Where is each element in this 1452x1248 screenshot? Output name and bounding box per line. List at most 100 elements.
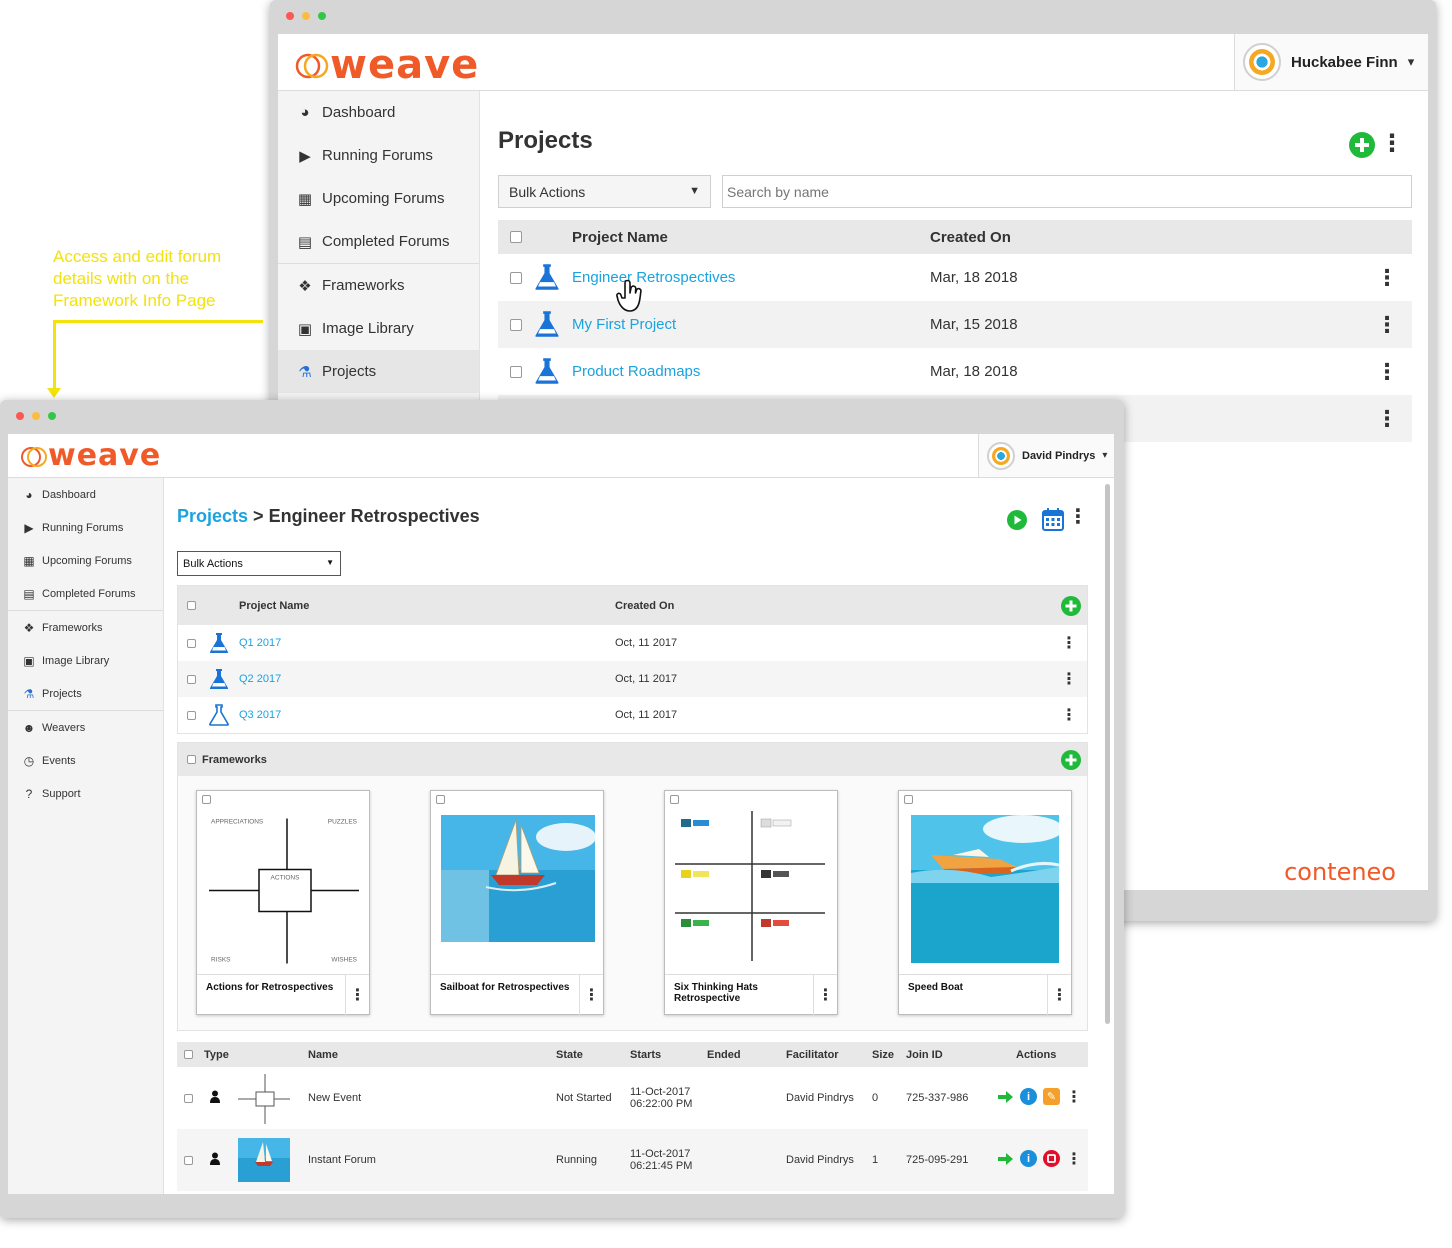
project-name-link[interactable]: My First Project (572, 316, 676, 333)
framework-menu-icon[interactable]: ⋮ (345, 975, 369, 1015)
framework-checkbox[interactable] (904, 795, 913, 804)
project-name-link[interactable]: Q3 2017 (239, 709, 281, 721)
sidebar-item-frameworks[interactable]: ❖ Frameworks (8, 611, 163, 644)
framework-checkbox[interactable] (436, 795, 445, 804)
info-icon[interactable]: i (1020, 1088, 1037, 1105)
row-menu-icon[interactable]: ⋮ (1066, 1087, 1082, 1107)
bulk-actions-select[interactable]: Bulk Actions ▼ (498, 175, 711, 208)
sidebar-item-running-forums[interactable]: ▶ Running Forums (278, 134, 479, 177)
table-row[interactable]: Product Roadmaps Mar, 18 2018 ⋮ (498, 348, 1412, 395)
select-all-checkbox[interactable] (184, 1050, 193, 1059)
row-menu-icon[interactable]: ⋮ (1376, 265, 1398, 291)
sidebar-item-weavers[interactable]: ☻ Weavers (8, 711, 163, 744)
row-checkbox[interactable] (187, 638, 196, 648)
scrollbar[interactable] (1105, 484, 1110, 1024)
select-all-checkbox[interactable] (510, 231, 522, 243)
add-framework-icon[interactable] (1060, 749, 1082, 771)
search-input[interactable] (722, 175, 1412, 208)
project-name-link[interactable]: Q1 2017 (239, 637, 281, 649)
row-menu-icon[interactable]: ⋮ (1061, 633, 1077, 653)
column-header: Name (308, 1048, 338, 1061)
flask-icon (535, 264, 559, 290)
breadcrumb-projects-link[interactable]: Projects (177, 506, 248, 526)
framework-card[interactable]: APPRECIATIONS PUZZLES ACTIONS RISKS WISH… (196, 790, 370, 1015)
framework-card[interactable]: Six Thinking Hats Retrospective ⋮ (664, 790, 838, 1015)
maximize-window-button[interactable] (318, 12, 326, 20)
table-row[interactable]: Q1 2017 Oct, 11 2017 ⋮ (178, 625, 1087, 661)
framework-menu-icon[interactable]: ⋮ (813, 975, 837, 1015)
user-name: Huckabee Finn (1291, 53, 1398, 71)
event-join-id: 725-095-291 (906, 1154, 969, 1166)
row-menu-icon[interactable]: ⋮ (1061, 669, 1077, 689)
start-time: 06:21:45 PM (630, 1160, 693, 1172)
column-header: Size (872, 1048, 895, 1061)
framework-card[interactable]: Sailboat for Retrospectives ⋮ (430, 790, 604, 1015)
stop-icon[interactable] (1043, 1150, 1060, 1167)
sidebar-item-events[interactable]: ◷ Events (8, 744, 163, 777)
framework-checkbox[interactable] (202, 795, 211, 804)
calendar-icon[interactable] (1042, 507, 1064, 531)
row-checkbox[interactable] (187, 674, 196, 684)
minimize-window-button[interactable] (302, 12, 310, 20)
table-row[interactable]: Instant Forum Running 11-Oct-2017 06:21:… (177, 1129, 1088, 1191)
join-icon[interactable] (997, 1089, 1015, 1105)
row-checkbox[interactable] (184, 1155, 193, 1165)
play-icon[interactable] (1006, 509, 1028, 531)
sidebar-item-upcoming-forums[interactable]: ▦ Upcoming Forums (278, 177, 479, 220)
join-icon[interactable] (997, 1151, 1015, 1167)
close-window-button[interactable] (286, 12, 294, 20)
sidebar-item-dashboard[interactable]: ◕ Dashboard (278, 91, 479, 134)
close-window-button[interactable] (16, 412, 24, 420)
row-menu-icon[interactable]: ⋮ (1376, 312, 1398, 338)
sidebar-item-completed-forums[interactable]: ▤ Completed Forums (8, 577, 163, 610)
more-menu-icon[interactable]: ⋮ (1380, 129, 1404, 158)
table-row[interactable]: New Event Not Started 11-Oct-2017 06:22:… (177, 1067, 1088, 1129)
row-checkbox[interactable] (510, 318, 522, 331)
weave-logo[interactable]: weave (20, 438, 161, 473)
maximize-window-button[interactable] (48, 412, 56, 420)
sidebar-item-label: Weavers (42, 721, 86, 734)
project-name-link[interactable]: Product Roadmaps (572, 363, 700, 380)
row-checkbox[interactable] (184, 1093, 193, 1103)
select-all-checkbox[interactable] (187, 601, 196, 610)
add-project-icon[interactable] (1060, 595, 1082, 617)
framework-card[interactable]: Speed Boat ⋮ (898, 790, 1072, 1015)
sidebar-item-support[interactable]: ? Support (8, 777, 163, 810)
minimize-window-button[interactable] (32, 412, 40, 420)
table-row[interactable]: Q2 2017 Oct, 11 2017 ⋮ (178, 661, 1087, 697)
event-state: Not Started (556, 1092, 612, 1104)
user-menu[interactable]: David Pindrys ▾ (978, 434, 1114, 477)
select-all-frameworks-checkbox[interactable] (187, 755, 196, 764)
framework-menu-icon[interactable]: ⋮ (1047, 975, 1071, 1015)
row-menu-icon[interactable]: ⋮ (1061, 705, 1077, 725)
row-menu-icon[interactable]: ⋮ (1376, 359, 1398, 385)
row-checkbox[interactable] (510, 365, 522, 378)
flask-icon: ⚗ (23, 686, 35, 701)
weave-logo[interactable]: weave (294, 42, 479, 88)
sidebar-item-image-library[interactable]: ▣ Image Library (8, 644, 163, 677)
row-checkbox[interactable] (187, 710, 196, 720)
edit-icon[interactable]: ✎ (1043, 1088, 1060, 1105)
framework-checkbox[interactable] (670, 795, 679, 804)
more-menu-icon[interactable]: ⋮ (1068, 504, 1088, 529)
sidebar-item-projects[interactable]: ⚗ Projects (8, 677, 163, 710)
sidebar-item-running-forums[interactable]: ▶ Running Forums (8, 511, 163, 544)
user-menu[interactable]: Huckabee Finn ▾ (1234, 34, 1428, 90)
add-project-icon[interactable] (1348, 131, 1376, 159)
table-row[interactable]: Q3 2017 Oct, 11 2017 ⋮ (178, 697, 1087, 733)
event-join-id: 725-337-986 (906, 1092, 969, 1104)
project-name-link[interactable]: Q2 2017 (239, 673, 281, 685)
info-icon[interactable]: i (1020, 1150, 1037, 1167)
sidebar-item-frameworks[interactable]: ❖ Frameworks (278, 264, 479, 307)
row-menu-icon[interactable]: ⋮ (1066, 1149, 1082, 1169)
bulk-actions-select[interactable]: Bulk Actions ▼ (177, 551, 341, 576)
sidebar-item-projects[interactable]: ⚗ Projects (278, 350, 479, 393)
project-name-link[interactable]: Engineer Retrospectives (572, 269, 735, 286)
framework-menu-icon[interactable]: ⋮ (579, 975, 603, 1015)
sidebar-item-upcoming-forums[interactable]: ▦ Upcoming Forums (8, 544, 163, 577)
row-checkbox[interactable] (510, 271, 522, 284)
sidebar-item-completed-forums[interactable]: ▤ Completed Forums (278, 220, 479, 263)
sidebar-item-image-library[interactable]: ▣ Image Library (278, 307, 479, 350)
sidebar-item-dashboard[interactable]: ◕ Dashboard (8, 478, 163, 511)
row-menu-icon[interactable]: ⋮ (1376, 406, 1398, 432)
